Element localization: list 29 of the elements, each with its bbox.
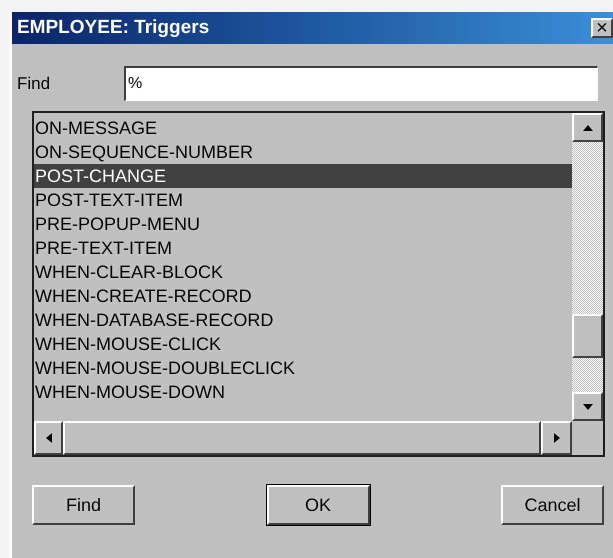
close-button[interactable]: × bbox=[591, 18, 613, 38]
scroll-left-button[interactable] bbox=[34, 421, 63, 455]
list-item[interactable]: WHEN-MOUSE-DOUBLECLICK bbox=[34, 356, 572, 380]
down-arrow-icon bbox=[582, 404, 592, 410]
vertical-scrollbar[interactable] bbox=[572, 113, 603, 421]
list-item[interactable]: POST-CHANGE bbox=[34, 164, 572, 188]
list-item[interactable]: ON-SEQUENCE-NUMBER bbox=[34, 140, 572, 164]
find-field[interactable]: % bbox=[124, 66, 598, 101]
list-item[interactable]: ON-MESSAGE bbox=[34, 116, 572, 140]
scroll-right-button[interactable] bbox=[541, 421, 572, 455]
list-item[interactable]: WHEN-MOUSE-CLICK bbox=[34, 332, 572, 356]
find-label: Find bbox=[17, 72, 52, 95]
window-title: EMPLOYEE: Triggers bbox=[17, 16, 210, 40]
dialog-button[interactable]: Cancel bbox=[501, 485, 604, 525]
list-item[interactable]: WHEN-CREATE-RECORD bbox=[34, 284, 572, 308]
scroll-up-button[interactable] bbox=[572, 113, 603, 142]
list-item[interactable]: WHEN-DATABASE-RECORD bbox=[34, 308, 572, 332]
up-arrow-icon bbox=[582, 124, 592, 130]
scroll-down-button[interactable] bbox=[572, 392, 603, 421]
list-item[interactable]: POST-TEXT-ITEM bbox=[34, 188, 572, 212]
scroll-thumb[interactable] bbox=[572, 314, 603, 358]
list-item[interactable]: PRE-POPUP-MENU bbox=[34, 212, 572, 236]
dialog-button[interactable]: Find bbox=[32, 485, 135, 525]
list-item[interactable]: WHEN-CLEAR-BLOCK bbox=[34, 260, 572, 284]
right-arrow-icon bbox=[554, 433, 560, 443]
dialog-button[interactable]: OK bbox=[266, 485, 370, 525]
list-item[interactable]: WHEN-MOUSE-DOWN bbox=[34, 380, 572, 404]
left-arrow-icon bbox=[46, 433, 52, 443]
list-item[interactable]: PRE-TEXT-ITEM bbox=[34, 236, 572, 260]
